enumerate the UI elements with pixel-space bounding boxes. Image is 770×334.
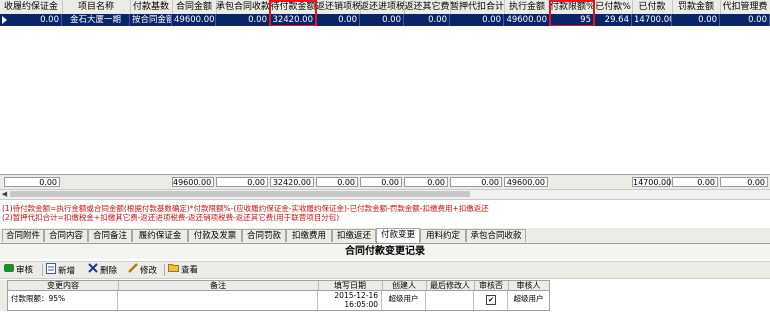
tab-payment-invoice[interactable]: 付款及发票 [188,229,242,242]
toolbar-divider [42,264,43,276]
cell-fill-date[interactable]: 2015-12-16 16:05:00 [318,291,382,310]
col-header-subcontract-receipts[interactable]: 承包合同收款 [216,0,271,14]
col-header-change-content[interactable]: 变更内容 [8,281,119,290]
col-header-withheld-total[interactable]: 暂押代扣合计 [450,0,505,14]
pencil-icon [128,263,138,278]
sum-pending-payment: 32420.00 [270,177,314,187]
sum-deposit-received: 0.00 [4,177,60,187]
new-button[interactable]: 新增 [46,263,75,277]
cell-auditor[interactable]: 超级用户 [508,291,549,310]
cell-output-tax-refund[interactable]: 0.00 [316,14,360,26]
scrollbar-thumb[interactable] [10,191,470,197]
edit-button[interactable]: 修改 [128,263,157,277]
change-record-grid-header: 变更内容 备注 填写日期 创建人 最后修改人 审核否 审核人 [7,280,550,291]
fill-date-time: 16:05:00 [344,299,378,309]
cell-withheld-total[interactable]: 0.00 [450,14,504,26]
toolbar-divider [164,264,165,276]
cell-change-content[interactable]: 付款限额：95% [8,291,118,310]
tab-payment-change[interactable]: 付款变更 [376,228,420,243]
highlight-pending-payment [269,0,317,27]
col-header-audited[interactable]: 审核否 [474,281,509,290]
new-file-icon [46,263,56,279]
col-header-last-modifier[interactable]: 最后修改人 [426,281,475,290]
highlight-payment-limit [549,0,595,27]
formula-note-withheld: (2)暂押代扣合计=扣缴税金+扣缴其它费-返还进项税费-返还销项税费-返还其它费… [2,213,340,222]
grid-summary-row: 0.00 49600.00 0.00 32420.00 0.00 0.00 0.… [0,174,770,189]
contract-grid-header: 收履约保证金 项目名称 付款基数 合同金额 承包合同收款 待付款金额 返还销项税… [0,0,770,15]
audit-button[interactable]: 审核 [4,263,33,277]
col-header-deposit-received[interactable]: 收履约保证金 [0,0,63,14]
scroll-left-icon[interactable]: ◀ [0,190,9,199]
col-header-creator[interactable]: 创建人 [382,281,427,290]
col-header-payment-base[interactable]: 付款基数 [130,0,173,14]
sum-executed-amount: 49600.00 [504,177,548,187]
cell-last-modifier[interactable] [426,291,474,310]
cell-other-refund[interactable]: 0.00 [404,14,450,26]
cell-deposit-received[interactable]: 0.00 [0,14,62,26]
grid-body [0,26,770,174]
cell-project-name[interactable]: 金石大厦一期 [62,14,130,26]
col-header-contract-amount[interactable]: 合同金额 [172,0,217,14]
cell-remark[interactable] [118,291,318,310]
col-header-input-tax-refund[interactable]: 返还进项税 [360,0,405,14]
col-header-penalty[interactable]: 罚款金额 [672,0,721,14]
tab-contract-penalty[interactable]: 合同罚款 [242,229,286,242]
delete-button[interactable]: 删除 [88,263,117,277]
cell-subcontract-receipts[interactable]: 0.00 [216,14,270,26]
tab-performance-bond[interactable]: 履约保证金 [132,229,188,242]
delete-x-icon [88,263,98,278]
horizontal-scrollbar[interactable]: ◀ [0,189,770,200]
tab-material-agreement[interactable]: 用料约定 [420,229,466,242]
view-button[interactable]: 查看 [168,263,198,277]
col-header-project-name[interactable]: 项目名称 [62,0,131,14]
cell-payment-base[interactable]: 按合同金额 [130,14,172,26]
sum-other-refund: 0.00 [404,177,448,187]
sum-subcontract-receipts: 0.00 [216,177,268,187]
sum-output-tax-refund: 0.00 [316,177,358,187]
cell-paid[interactable]: 14700.00 [632,14,672,26]
panel-title: 合同付款变更记录 [0,244,770,259]
sum-input-tax-refund: 0.00 [360,177,402,187]
cell-input-tax-refund[interactable]: 0.00 [360,14,404,26]
audited-checkbox[interactable]: ✔ [486,295,496,305]
audit-icon [4,263,14,277]
table-row[interactable]: 付款限额：95% 2015-12-16 16:05:00 超级用户 ✔ 超级用户 [7,291,550,311]
col-header-executed-amount[interactable]: 执行金额 [504,0,551,14]
sum-paid: 14700.00 [632,177,672,187]
cell-penalty[interactable]: 0.00 [672,14,720,26]
cell-executed-amount[interactable]: 49600.00 [504,14,550,26]
cell-contract-amount[interactable]: 49600.00 [172,14,216,26]
col-header-auditor[interactable]: 审核人 [508,281,549,290]
tab-withheld-fees[interactable]: 扣缴费用 [286,229,332,242]
detail-tabs: 合同附件 合同内容 合同备注 履约保证金 付款及发票 合同罚款 扣缴费用 扣缴返… [0,228,770,244]
col-header-paid-percent[interactable]: 已付款% [594,0,633,14]
sum-contract-amount: 49600.00 [172,177,214,187]
sum-withheld-total: 0.00 [450,177,502,187]
cell-management-fee[interactable]: 0.00 [720,14,770,26]
sum-penalty: 0.00 [672,177,718,187]
col-header-other-refund[interactable]: 返还其它费 [404,0,451,14]
record-toolbar: 审核 新增 删除 修改 查看 [0,261,770,279]
cell-creator[interactable]: 超级用户 [382,291,426,310]
col-header-output-tax-refund[interactable]: 返还销项税 [316,0,361,14]
tab-withheld-refund[interactable]: 扣缴返还 [332,229,376,242]
col-header-fill-date[interactable]: 填写日期 [318,281,383,290]
col-header-management-fee[interactable]: 代扣管理费 [720,0,770,14]
cell-paid-percent[interactable]: 29.64 [594,14,632,26]
col-header-remark[interactable]: 备注 [118,281,319,290]
cell-audited[interactable]: ✔ [474,291,508,310]
tab-contract-remarks[interactable]: 合同备注 [88,229,132,242]
tab-contract-content[interactable]: 合同内容 [44,229,88,242]
col-header-paid[interactable]: 已付款 [632,0,673,14]
folder-open-icon [168,263,179,277]
tab-contract-attachments[interactable]: 合同附件 [2,229,44,242]
table-row[interactable]: 0.00 金石大厦一期 按合同金额 49600.00 0.00 32420.00… [0,14,770,26]
tab-subcontract-receipts[interactable]: 承包合同收款 [466,229,526,242]
sum-management-fee: 0.00 [720,177,768,187]
